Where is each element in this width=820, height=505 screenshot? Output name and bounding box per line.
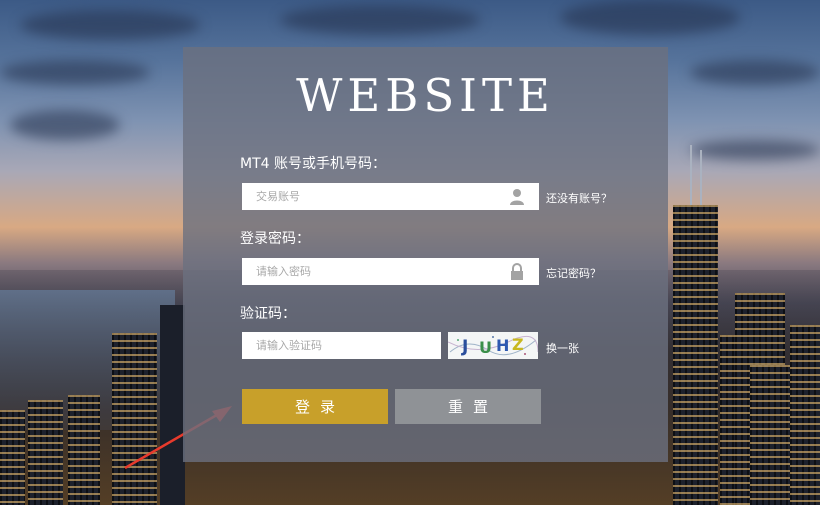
login-button[interactable]: 登录 [242,389,388,424]
svg-text:H: H [496,336,509,355]
svg-text:Z: Z [512,335,524,354]
account-input[interactable] [242,183,539,210]
captcha-field-wrapper [242,332,441,359]
user-icon [510,189,524,205]
svg-text:U: U [479,338,492,357]
captcha-label: 验证码： [240,306,296,322]
password-field-wrapper [242,258,539,285]
forgot-password-link[interactable]: 忘记密码？ [546,265,601,281]
password-label: 登录密码： [240,231,310,247]
account-field-wrapper [242,183,539,210]
lock-icon [511,263,523,280]
login-panel: WEBSITE MT4 账号或手机号码： 还没有账号？ 登录密码： 忘记密码？ … [183,47,668,462]
brand-title: WEBSITE [296,69,555,122]
captcha-image[interactable]: J U H Z [448,332,538,359]
password-input[interactable] [242,258,539,285]
captcha-input[interactable] [242,332,441,359]
refresh-captcha-link[interactable]: 换一张 [546,340,579,356]
svg-text:J: J [461,337,468,357]
reset-button[interactable]: 重置 [395,389,541,424]
register-link[interactable]: 还没有账号？ [546,190,612,206]
account-label: MT4 账号或手机号码： [240,156,386,172]
